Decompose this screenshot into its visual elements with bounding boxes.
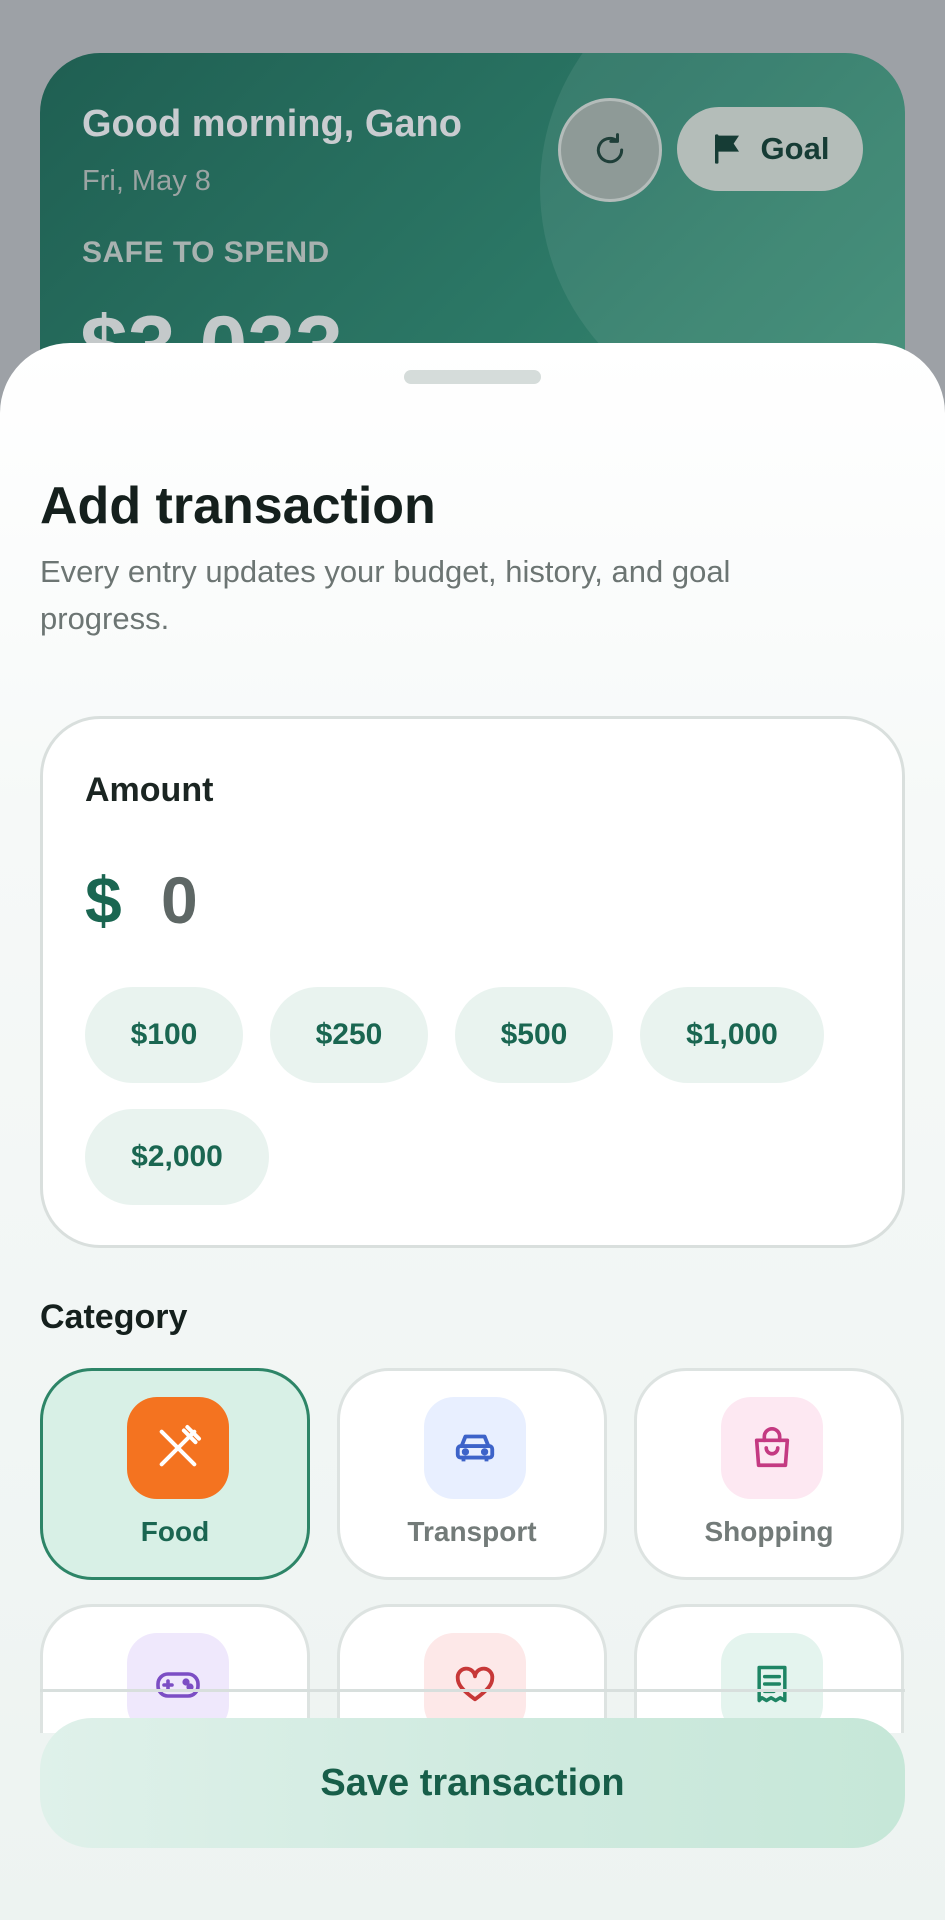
sheet-title: Add transaction [40,477,436,535]
category-title: Category [40,1298,188,1336]
amount-card: Amount $ 0 $100 $250 $500 $1,000 $2,000 [40,716,905,1248]
category-label: Transport [407,1516,537,1547]
quick-amount-100[interactable]: $100 [85,987,243,1083]
date-text: Fri, May 8 [82,165,211,197]
save-area-divider [40,1689,905,1692]
goal-button[interactable]: Goal [677,107,863,191]
quick-amount-250[interactable]: $250 [270,987,428,1083]
category-bills[interactable] [634,1604,904,1733]
car-icon [424,1397,526,1499]
quick-amount-1000[interactable]: $1,000 [640,987,824,1083]
currency-symbol: $ [85,863,122,937]
sheet-drag-handle[interactable] [404,370,541,384]
category-shopping[interactable]: Shopping [634,1368,904,1580]
utensils-icon [127,1397,229,1499]
greeting-text: Good morning, Gano [82,103,462,145]
category-label: Shopping [704,1516,834,1547]
amount-input[interactable]: 0 [161,862,198,938]
quick-amount-500[interactable]: $500 [455,987,613,1083]
category-health[interactable] [337,1604,607,1733]
flag-icon [714,134,739,164]
save-transaction-button[interactable]: Save transaction [40,1718,905,1848]
category-row-clipped [0,1603,945,1733]
category-label: Food [140,1516,210,1547]
safe-to-spend-label: SAFE TO SPEND [82,236,330,269]
shopping-bag-icon [721,1397,823,1499]
quick-amount-2000[interactable]: $2,000 [85,1109,269,1205]
category-food[interactable]: Food [40,1368,310,1580]
amount-label: Amount [85,771,214,809]
add-transaction-sheet: Add transaction Every entry updates your… [0,343,945,1920]
category-games[interactable] [40,1604,310,1733]
category-transport[interactable]: Transport [337,1368,607,1580]
goal-button-label: Goal [760,131,830,166]
refresh-button[interactable] [558,98,662,202]
sheet-subtitle: Every entry updates your budget, history… [40,554,731,636]
refresh-icon [596,133,624,164]
